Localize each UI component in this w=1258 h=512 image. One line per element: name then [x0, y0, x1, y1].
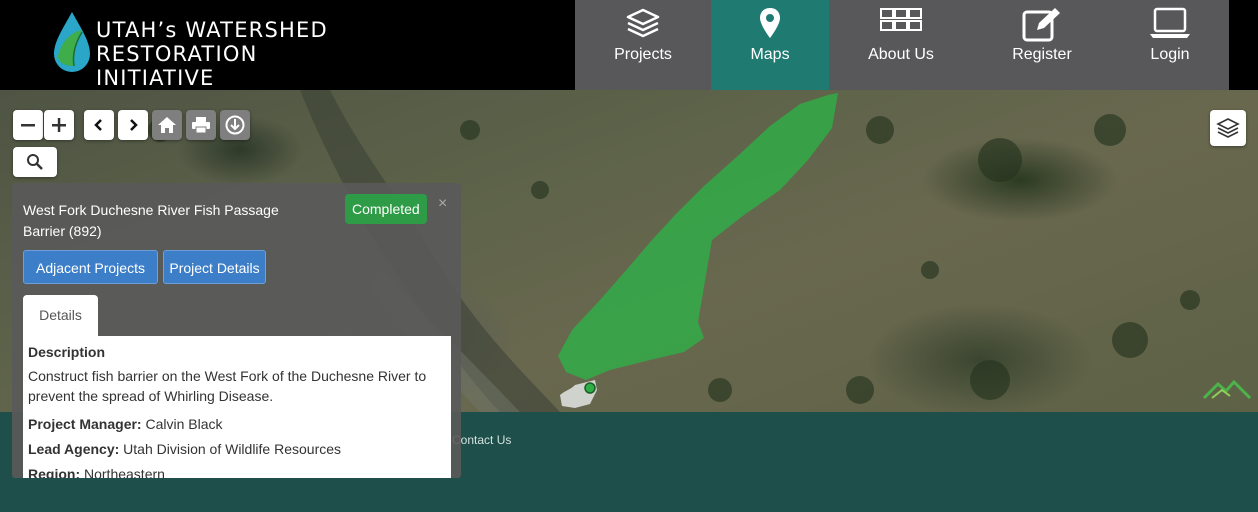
region-label: Region: [28, 466, 81, 478]
plus-icon [52, 118, 66, 132]
back-button[interactable] [84, 110, 114, 140]
nav-projects-label: Projects [614, 46, 672, 63]
water-drop-icon [54, 12, 90, 72]
download-button[interactable] [220, 110, 250, 140]
region-value: Northeastern [84, 466, 165, 478]
search-button[interactable] [13, 147, 57, 177]
site-header: UTAH’s WATERSHED RESTORATION INITIATIVE … [0, 0, 1258, 90]
nav-login-label: Login [1150, 46, 1190, 63]
laptop-icon [1150, 7, 1190, 38]
nav-register[interactable]: Register [973, 0, 1111, 90]
chevron-left-icon [94, 119, 102, 131]
tab-details[interactable]: Details [23, 295, 98, 336]
home-icon [158, 117, 176, 133]
project-popup: West Fork Duchesne River Fish Passage Ba… [12, 183, 461, 478]
project-manager-row: Project Manager: Calvin Black [28, 414, 446, 434]
nav-maps[interactable]: Maps [711, 0, 829, 90]
mountains-logo-icon [1202, 379, 1252, 400]
project-title: West Fork Duchesne River Fish Passage Ba… [23, 202, 279, 239]
print-button[interactable] [186, 110, 216, 140]
project-manager-value: Calvin Black [145, 416, 223, 432]
layers-icon [1216, 118, 1240, 138]
layers-toggle-button[interactable] [1210, 110, 1246, 146]
region-row: Region: Northeastern [28, 464, 446, 478]
nav-maps-label: Maps [750, 46, 790, 63]
nav-about-us-label: About Us [868, 46, 934, 63]
status-badge: Completed [345, 194, 427, 224]
site-logo[interactable]: UTAH’s WATERSHED RESTORATION INITIATIVE [52, 10, 372, 90]
description-heading: Description [28, 344, 106, 360]
nav-projects[interactable]: Projects [575, 0, 711, 90]
logo-line-2: RESTORATION INITIATIVE [96, 42, 258, 90]
zoom-out-button[interactable] [13, 110, 43, 140]
main-nav: Projects Maps About Us Register Login [575, 0, 1229, 90]
edit-icon [1022, 8, 1060, 42]
lead-agency-label: Lead Agency: [28, 441, 120, 457]
print-icon [192, 117, 210, 134]
close-icon[interactable]: × [438, 195, 447, 213]
project-details-button[interactable]: Project Details [163, 250, 266, 284]
nav-about-us[interactable]: About Us [829, 0, 973, 90]
nav-register-label: Register [1012, 46, 1072, 63]
adjacent-projects-button[interactable]: Adjacent Projects [23, 250, 158, 284]
home-button[interactable] [152, 110, 182, 140]
description-text: Construct fish barrier on the West Fork … [28, 368, 427, 404]
layers-icon [626, 8, 660, 38]
map-pin-icon [760, 8, 780, 38]
logo-line-1: UTAH’s WATERSHED [96, 18, 328, 42]
chevron-right-icon [130, 119, 138, 131]
download-icon [225, 115, 245, 135]
grid-icon [880, 8, 922, 31]
minus-icon [21, 124, 35, 127]
zoom-in-button[interactable] [44, 110, 74, 140]
project-manager-label: Project Manager: [28, 416, 142, 432]
forward-button[interactable] [118, 110, 148, 140]
lead-agency-row: Lead Agency: Utah Division of Wildlife R… [28, 439, 446, 459]
lead-agency-value: Utah Division of Wildlife Resources [123, 441, 342, 457]
search-icon [27, 154, 43, 170]
details-panel: Description Construct fish barrier on th… [23, 336, 451, 478]
nav-login[interactable]: Login [1111, 0, 1229, 90]
